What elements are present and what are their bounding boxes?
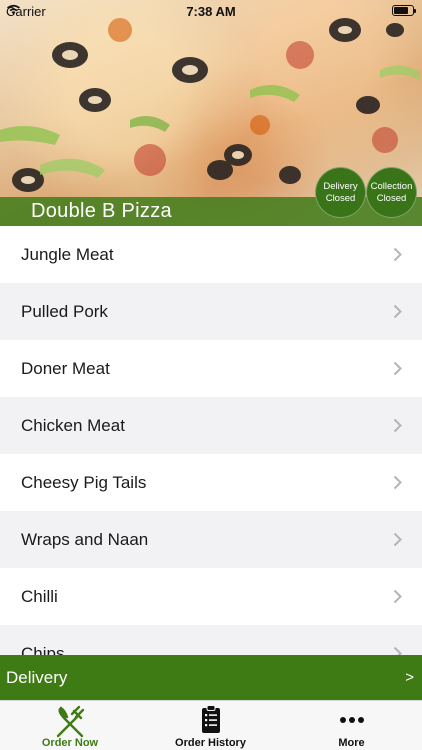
tab-order-history-label: Order History [175, 737, 246, 749]
menu-item-jungle-meat[interactable]: Jungle Meat [0, 226, 422, 283]
delivery-arrow-icon: > [405, 669, 414, 686]
menu-item-doner-meat[interactable]: Doner Meat [0, 340, 422, 397]
chevron-right-icon [393, 418, 402, 433]
menu-category-list: Jungle Meat Pulled Pork Doner Meat Chick… [0, 226, 422, 682]
delivery-mode-label: Delivery [6, 667, 68, 687]
menu-item-label: Cheesy Pig Tails [21, 472, 147, 492]
menu-item-label: Doner Meat [21, 358, 110, 378]
menu-item-cheesy-pig-tails[interactable]: Cheesy Pig Tails [0, 454, 422, 511]
delivery-mode-bar[interactable]: Delivery > [0, 655, 422, 700]
collection-badge-status: Closed [376, 192, 407, 204]
fork-knife-icon [56, 705, 85, 738]
chevron-right-icon [393, 589, 402, 604]
menu-item-label: Chilli [21, 586, 58, 606]
chevron-right-icon [393, 532, 402, 547]
tab-more-label: More [338, 737, 365, 749]
tab-order-history[interactable]: Order History [140, 701, 281, 750]
delivery-badge-status: Closed [325, 192, 356, 204]
status-time: 7:38 AM [186, 4, 236, 19]
menu-item-label: Pulled Pork [21, 301, 108, 321]
menu-item-label: Wraps and Naan [21, 529, 149, 549]
menu-item-wraps-and-naan[interactable]: Wraps and Naan [0, 511, 422, 568]
chevron-right-icon [393, 361, 402, 376]
tab-order-now-label: Order Now [41, 737, 99, 749]
menu-item-chicken-meat[interactable]: Chicken Meat [0, 397, 422, 454]
menu-item-label: Jungle Meat [21, 244, 114, 264]
tab-order-now[interactable]: Order Now [0, 701, 140, 750]
tab-bar: Order Now Order History More [0, 700, 422, 750]
clipboard-list-icon [201, 705, 220, 733]
tab-more[interactable]: More [281, 701, 422, 750]
battery-icon [392, 5, 416, 16]
menu-item-chilli[interactable]: Chilli [0, 568, 422, 625]
chevron-right-icon [393, 247, 402, 262]
delivery-status-badge: Delivery Closed [315, 167, 366, 218]
chevron-right-icon [393, 304, 402, 319]
delivery-badge-title: Delivery [323, 180, 358, 192]
menu-item-pulled-pork[interactable]: Pulled Pork [0, 283, 422, 340]
collection-badge-title: Collection [370, 180, 413, 192]
chevron-right-icon [393, 475, 402, 490]
collection-status-badge: Collection Closed [366, 167, 417, 218]
menu-item-label: Chicken Meat [21, 415, 125, 435]
status-bar: Carrier 7:38 AM [0, 0, 422, 22]
header-banner: Carrier 7:38 AM Double B Pizza Delivery … [0, 0, 422, 226]
more-dots-icon [339, 717, 364, 723]
restaurant-name: Double B Pizza [31, 200, 172, 222]
